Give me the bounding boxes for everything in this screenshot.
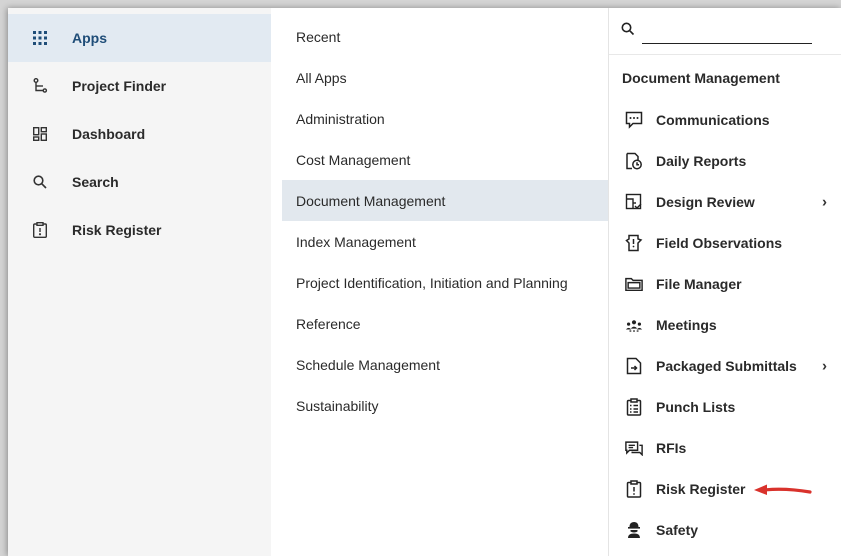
folder-icon xyxy=(625,275,643,293)
app-label: RFIs xyxy=(656,439,687,456)
nav-label-project-finder: Project Finder xyxy=(72,78,167,94)
app-label: Safety xyxy=(656,521,699,538)
app-item-file-manager[interactable]: File Manager xyxy=(609,263,841,304)
category-label: Cost Management xyxy=(296,151,411,168)
category-all-apps[interactable]: All Apps xyxy=(282,57,608,98)
checklist-icon xyxy=(625,397,643,416)
app-label: Communications xyxy=(656,111,770,128)
app-item-field-observations[interactable]: Field Observations xyxy=(609,222,841,263)
app-switcher-panel: Apps Project Finder Dashboard Search Ris… xyxy=(8,8,841,556)
clipboard-alert-icon xyxy=(625,479,643,498)
app-item-punch-lists[interactable]: Punch Lists xyxy=(609,386,841,427)
clipboard-alert-icon xyxy=(32,222,48,238)
category-document-management[interactable]: Document Management xyxy=(282,180,608,221)
category-index-management[interactable]: Index Management xyxy=(282,221,608,262)
search-icon xyxy=(621,22,635,36)
search-icon xyxy=(32,174,48,190)
app-item-safety[interactable]: Safety xyxy=(609,509,841,550)
app-label: Meetings xyxy=(656,316,717,333)
category-label: Project Identification, Initiation and P… xyxy=(296,274,568,291)
app-item-packaged-submittals[interactable]: Packaged Submittals › xyxy=(609,345,841,386)
nav-item-project-finder[interactable]: Project Finder xyxy=(8,62,271,110)
design-review-icon xyxy=(625,193,643,211)
category-label: Schedule Management xyxy=(296,356,440,373)
category-label: All Apps xyxy=(296,69,347,86)
app-label: Daily Reports xyxy=(656,152,747,169)
group-title: Document Management xyxy=(622,70,780,86)
daily-report-icon xyxy=(625,152,643,170)
safety-icon xyxy=(625,521,643,539)
category-list: Recent All Apps Administration Cost Mana… xyxy=(282,8,608,556)
meetings-icon xyxy=(625,316,643,334)
nav-item-dashboard[interactable]: Dashboard xyxy=(8,110,271,158)
app-item-meetings[interactable]: Meetings xyxy=(609,304,841,345)
category-reference[interactable]: Reference xyxy=(282,303,608,344)
chevron-right-icon[interactable]: › xyxy=(822,357,827,374)
grid-icon xyxy=(32,30,48,46)
category-sustainability[interactable]: Sustainability xyxy=(282,385,608,426)
app-label: File Manager xyxy=(656,275,742,292)
chevron-right-icon[interactable]: › xyxy=(822,193,827,210)
app-label: Field Observations xyxy=(656,234,783,251)
app-item-communications[interactable]: Communications xyxy=(609,99,841,140)
nav-label-dashboard: Dashboard xyxy=(72,126,146,142)
field-observation-icon xyxy=(625,234,643,252)
category-project-identification[interactable]: Project Identification, Initiation and P… xyxy=(282,262,608,303)
app-label: Punch Lists xyxy=(656,398,736,415)
package-icon xyxy=(625,357,643,375)
category-label: Sustainability xyxy=(296,397,379,414)
app-list: Document Management Communications Daily… xyxy=(608,8,841,556)
app-search-bar xyxy=(609,8,841,55)
app-item-daily-reports[interactable]: Daily Reports xyxy=(609,140,841,181)
category-schedule-management[interactable]: Schedule Management xyxy=(282,344,608,385)
category-cost-management[interactable]: Cost Management xyxy=(282,139,608,180)
annotation-arrow-icon xyxy=(754,484,812,495)
app-label: Risk Register xyxy=(656,480,746,497)
nav-item-search[interactable]: Search xyxy=(8,158,271,206)
left-nav: Apps Project Finder Dashboard Search Ris… xyxy=(8,8,271,556)
nav-label-search: Search xyxy=(72,174,119,190)
rfi-icon xyxy=(625,439,643,457)
nav-item-risk-register[interactable]: Risk Register xyxy=(8,206,271,254)
category-recent[interactable]: Recent xyxy=(282,16,608,57)
tree-icon xyxy=(32,78,48,94)
category-label: Recent xyxy=(296,28,341,45)
nav-label-apps: Apps xyxy=(72,30,107,46)
category-label: Index Management xyxy=(296,233,416,250)
category-label: Reference xyxy=(296,315,361,332)
nav-item-apps[interactable]: Apps xyxy=(8,14,271,62)
app-label: Packaged Submittals xyxy=(656,357,797,374)
column-gap xyxy=(271,8,282,556)
app-item-design-review[interactable]: Design Review › xyxy=(609,181,841,222)
app-item-rfis[interactable]: RFIs xyxy=(609,427,841,468)
dashboard-icon xyxy=(32,126,48,142)
nav-label-risk-register: Risk Register xyxy=(72,222,162,238)
chat-icon xyxy=(625,111,643,129)
category-label: Administration xyxy=(296,110,385,127)
app-label: Design Review xyxy=(656,193,755,210)
category-label: Document Management xyxy=(296,192,446,209)
app-search-input[interactable] xyxy=(642,25,812,44)
category-administration[interactable]: Administration xyxy=(282,98,608,139)
